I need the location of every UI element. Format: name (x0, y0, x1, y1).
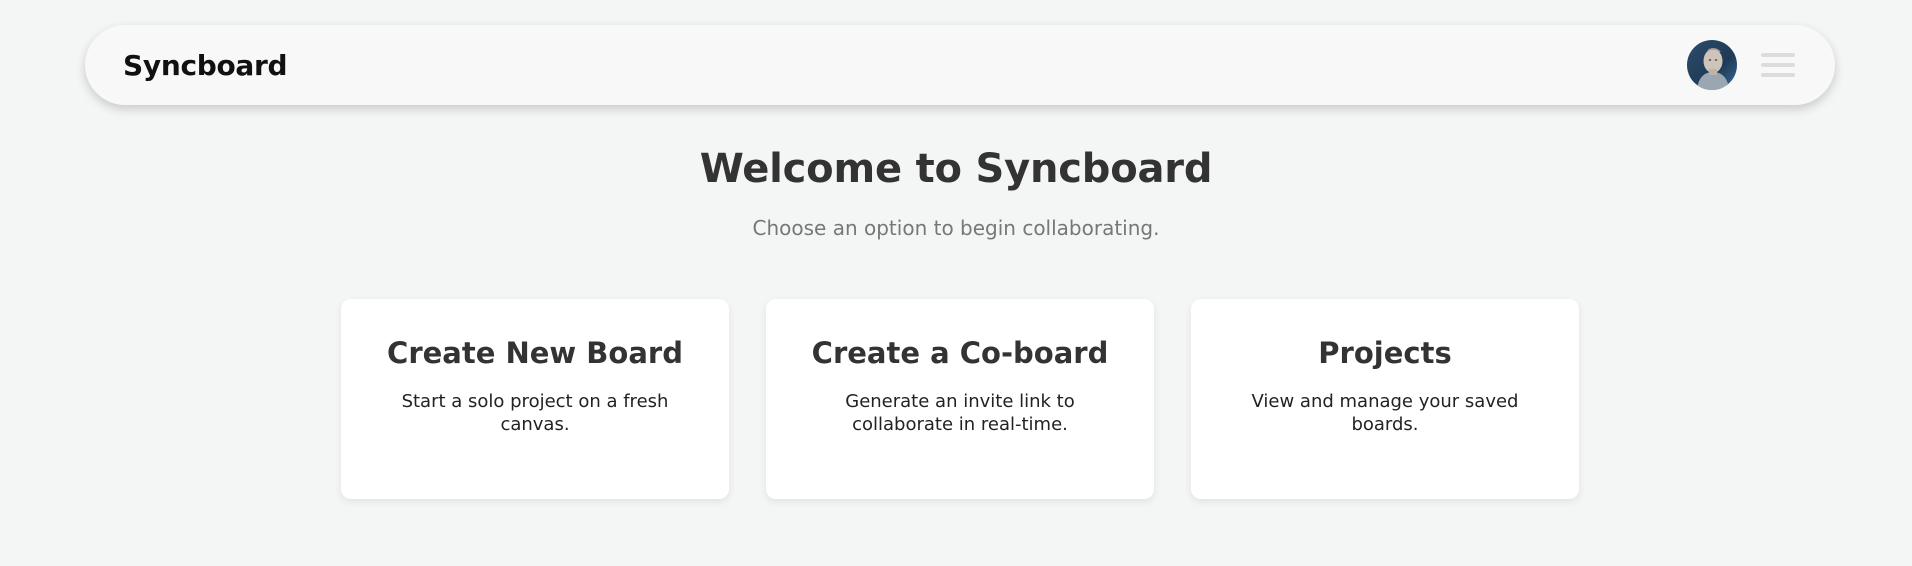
page-subtitle: Choose an option to begin collaborating. (752, 216, 1160, 240)
user-avatar[interactable] (1687, 40, 1737, 90)
navbar-actions (1687, 40, 1795, 90)
card-title: Create a Co-board (811, 336, 1109, 370)
top-navbar: Syncboard (85, 25, 1835, 105)
avatar-image (1687, 40, 1737, 90)
create-co-board-card[interactable]: Create a Co-board Generate an invite lin… (766, 299, 1154, 499)
menu-bar-bottom (1761, 73, 1795, 77)
card-description: View and manage your saved boards. (1251, 391, 1519, 435)
brand-logo-text[interactable]: Syncboard (123, 49, 288, 82)
welcome-section: Welcome to Syncboard Choose an option to… (0, 146, 1912, 240)
menu-bar-top (1761, 53, 1795, 57)
options-cards: Create New Board Start a solo project on… (341, 299, 1579, 499)
projects-card[interactable]: Projects View and manage your saved boar… (1191, 299, 1579, 499)
hamburger-menu-icon[interactable] (1761, 53, 1795, 77)
card-title: Projects (1318, 336, 1452, 370)
page-title: Welcome to Syncboard (699, 146, 1213, 192)
create-new-board-card[interactable]: Create New Board Start a solo project on… (341, 299, 729, 499)
card-description: Start a solo project on a fresh canvas. (401, 391, 669, 435)
menu-bar-middle (1761, 63, 1795, 67)
card-title: Create New Board (387, 336, 683, 370)
card-description: Generate an invite link to collaborate i… (845, 391, 1075, 435)
